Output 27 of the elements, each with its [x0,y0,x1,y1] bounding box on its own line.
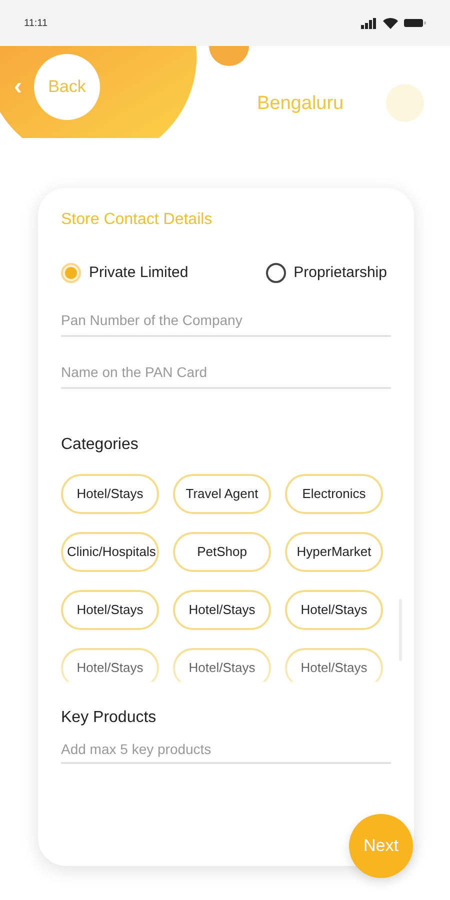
battery-icon [404,18,426,28]
form-title: Store Contact Details [61,210,214,230]
category-chip[interactable]: Hotel/Stays [61,474,159,514]
radio-icon [61,263,81,284]
category-chip[interactable]: Travel Agent [173,474,271,514]
wifi-icon [383,18,398,28]
text-field[interactable]: Name on the PAN Card [61,356,391,388]
key-products-field[interactable]: Add max 5 key products [61,736,391,764]
category-chip[interactable]: PetShop [173,532,271,572]
radio-icon [266,263,286,284]
category-chip[interactable]: Hotel/Stays [61,590,159,630]
category-chip[interactable]: Hotel/Stays [285,648,383,682]
category-chip[interactable]: Hotel/Stays [285,590,383,630]
status-time: 11:11 [24,16,48,30]
city-title: Bengaluru [257,92,344,116]
category-chip[interactable]: Electronics [285,474,383,514]
category-chip[interactable]: Hotel/Stays [173,590,271,630]
category-chip[interactable]: Hotel/Stays [61,648,159,682]
text-field[interactable]: Pan Number of the Company [61,304,391,336]
signal-icon [361,18,377,28]
key-products-title: Key Products [61,708,158,728]
category-chip[interactable]: Clinic/Hospitals [61,532,159,572]
company-type-radio[interactable]: Private Limited [61,262,188,284]
category-chip[interactable]: Hotel/Stays [173,648,271,682]
category-chip[interactable]: HyperMarket [285,532,383,572]
company-type-radio[interactable]: Proprietarship [266,262,387,284]
categories-title: Categories [61,434,140,454]
